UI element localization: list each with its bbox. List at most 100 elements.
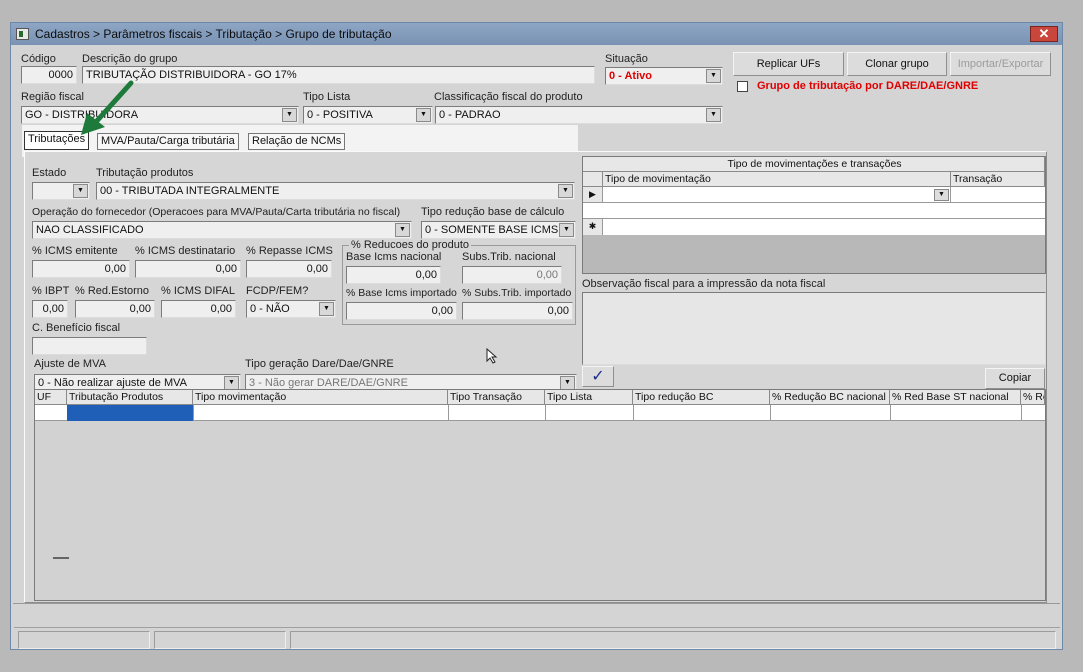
row-divider [1021,405,1022,421]
row-divider [633,405,634,421]
clonar-grupo-button[interactable]: Clonar grupo [847,52,947,76]
difal-field[interactable]: 0,00 [161,300,236,318]
row-divider [448,405,449,421]
confirm-check-button[interactable]: ✓ [582,366,614,387]
base-imp-label: % Base Icms importado [346,287,457,299]
title-bar: Cadastros > Parâmetros fiscais > Tributa… [11,23,1062,45]
tipolista-select[interactable]: 0 - POSITIVA ▼ [303,106,433,124]
icms-emitente-field[interactable]: 0,00 [32,260,130,278]
col-tipo-lista: Tipo Lista [545,390,633,405]
icms-dest-label: % ICMS destinatario [135,245,236,257]
codigo-field[interactable]: 0000 [21,66,77,84]
repasse-field[interactable]: 0,00 [246,260,332,278]
chevron-down-icon[interactable]: ▼ [559,223,574,237]
col-uf: UF [35,390,67,405]
subs-imp-label: % Subs.Trib. importado [462,287,572,299]
tipolista-label: Tipo Lista [303,91,351,103]
dare-tipo-value: 3 - Não gerar DARE/DAE/GNRE [249,377,408,389]
close-button[interactable]: ✕ [1030,26,1058,42]
operacao-label: Operação do fornecedor (Operacoes para M… [32,206,401,218]
reducoes-label: % Reducoes do produto [349,239,472,251]
fcdp-select[interactable]: 0 - NÃO ▼ [246,300,336,318]
col-re: % Re [1021,390,1045,405]
chevron-down-icon[interactable]: ▼ [395,223,410,237]
status-panel [290,631,1056,649]
classificacao-select[interactable]: 0 - PADRAO ▼ [435,106,723,124]
col-tipo-movimentacao: Tipo movimentação [193,390,448,405]
status-bar [14,627,1060,649]
movgrid-row[interactable] [583,203,1045,219]
dare-checkbox-label: Grupo de tributação por DARE/DAE/GNRE [757,80,979,92]
observacao-label: Observação fiscal para a impressão da no… [582,278,826,290]
mouse-cursor-icon [486,348,498,364]
status-panel [18,631,150,649]
chevron-down-icon[interactable]: ▼ [416,108,431,122]
icms-dest-field[interactable]: 0,00 [135,260,241,278]
beneficio-field[interactable] [32,337,147,355]
window-title: Cadastros > Parâmetros fiscais > Tributa… [35,27,392,41]
ibpt-field[interactable]: 0,00 [32,300,68,318]
col-tributacao-produtos: Tributação Produtos [67,390,193,405]
observacao-textarea[interactable] [582,292,1046,365]
row-pointer-icon: ▶ [583,187,603,203]
app-icon [16,28,29,40]
operacao-value: NAO CLASSIFICADO [36,224,144,236]
tribprod-label: Tributação produtos [96,167,194,179]
beneficio-label: C. Benefício fiscal [32,322,121,334]
row-divider [890,405,891,421]
replicar-ufs-button[interactable]: Replicar UFs [733,52,844,76]
fcdp-value: 0 - NÃO [250,303,290,315]
subs-imp-field[interactable]: 0,00 [462,302,573,320]
main-window: Cadastros > Parâmetros fiscais > Tributa… [10,22,1063,650]
scroll-grip[interactable] [53,557,69,559]
codigo-label: Código [21,53,56,65]
chevron-down-icon[interactable]: ▼ [224,376,239,390]
dare-tipo-label: Tipo geração Dare/Dae/GNRE [245,358,394,370]
ajuste-label: Ajuste de MVA [34,358,106,370]
movgrid-corner [583,172,603,187]
chevron-down-icon[interactable]: ▼ [319,302,334,316]
selected-cell[interactable] [67,405,193,421]
estado-select[interactable]: ▼ [32,182,90,200]
col-reducao-bc-nacional: % Redução BC nacional [770,390,890,405]
row-divider [770,405,771,421]
redestorno-field[interactable]: 0,00 [75,300,155,318]
regiao-select[interactable]: GO - DISTRIBUIDORA ▼ [21,106,299,124]
check-icon: ✓ [591,368,605,385]
subs-nac-field[interactable]: 0,00 [462,266,562,284]
tiporeducao-select[interactable]: 0 - SOMENTE BASE ICMS ▼ [421,221,576,239]
tiporeducao-label: Tipo redução base de cálculo [421,206,565,218]
situacao-select[interactable]: 0 - Ativo ▼ [605,67,723,85]
row-divider [545,405,546,421]
chevron-down-icon[interactable]: ▼ [560,376,575,390]
fcdp-label: FCDP/FEM? [246,285,309,297]
chevron-down-icon[interactable]: ▼ [934,189,949,201]
ajuste-value: 0 - Não realizar ajuste de MVA [38,377,187,389]
tab-relacao-ncms[interactable]: Relação de NCMs [248,133,346,150]
operacao-select[interactable]: NAO CLASSIFICADO ▼ [32,221,412,239]
chevron-down-icon[interactable]: ▼ [706,69,721,83]
movgrid-col-transacao: Transação [951,172,1045,187]
chevron-down-icon[interactable]: ▼ [282,108,297,122]
movgrid-cell-transacao[interactable] [951,187,1045,203]
redestorno-label: % Red.Estorno [75,285,149,297]
divider [13,603,1060,604]
base-imp-field[interactable]: 0,00 [346,302,457,320]
tribprod-select[interactable]: 00 - TRIBUTADA INTEGRALMENTE ▼ [96,182,575,200]
tab-panel-tributacoes: Estado ▼ Tributação produtos 00 - TRIBUT… [24,151,1047,603]
base-nac-field[interactable]: 0,00 [346,266,441,284]
chevron-down-icon[interactable]: ▼ [73,184,88,198]
estado-label: Estado [32,167,67,179]
ibpt-label: % IBPT [32,285,70,297]
icms-emitente-label: % ICMS emitente [32,245,118,257]
movgrid-title: Tipo de movimentações e transações [583,157,1045,172]
movgrid-cell-movimentacao[interactable] [603,187,951,203]
movgrid-col-movimentacao: Tipo de movimentação [603,172,951,187]
tiporeducao-value: 0 - SOMENTE BASE ICMS [425,224,559,236]
chevron-down-icon[interactable]: ▼ [558,184,573,198]
copiar-button[interactable]: Copiar [985,368,1045,389]
chevron-down-icon[interactable]: ▼ [706,108,721,122]
descricao-field[interactable]: TRIBUTAÇÃO DISTRIBUIDORA - GO 17% [82,66,595,84]
dare-checkbox[interactable] [737,81,748,92]
arrow-annotation-icon [81,80,134,135]
